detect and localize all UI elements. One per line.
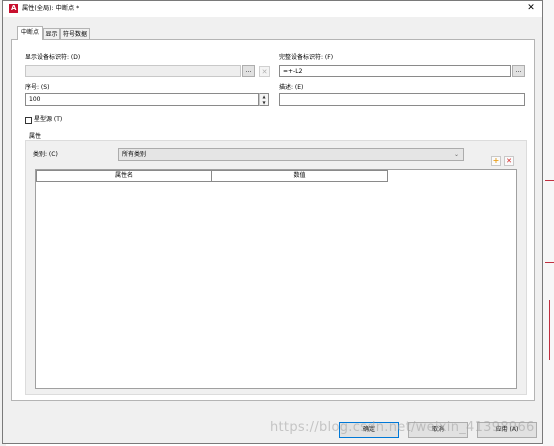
- window-title: 属性(全局): 中断点 *: [22, 5, 80, 12]
- asterisk-source-label: 星型源 (T): [34, 116, 63, 123]
- tab-breakpoint[interactable]: 中断点: [17, 26, 43, 40]
- display-device-tag-label: 显示设备标识符: (D): [25, 54, 81, 61]
- category-label: 类别: (C): [33, 151, 58, 158]
- properties-dialog: A 属性(全局): 中断点 * ✕ 中断点 显示 符号数据 显示设备标识符: (…: [2, 0, 543, 444]
- tab-symbol-data[interactable]: 符号数据: [60, 28, 90, 39]
- title-bar: A 属性(全局): 中断点 * ✕: [3, 1, 542, 17]
- asterisk-source-checkbox[interactable]: [25, 117, 32, 124]
- sequence-spinner[interactable]: ▲ ▼: [259, 93, 269, 106]
- delete-property-icon[interactable]: ✕: [504, 156, 514, 166]
- full-device-tag-label: 完整设备标识符: (F): [279, 54, 334, 61]
- full-device-tag-browse-button[interactable]: ...: [512, 65, 525, 77]
- display-device-tag-input[interactable]: [25, 65, 241, 77]
- full-device-tag-input[interactable]: =+-L2: [279, 65, 511, 77]
- tab-display[interactable]: 显示: [43, 28, 60, 39]
- watermark-text: https://blog.csdn.net/weixin_41398966: [270, 420, 535, 435]
- clear-icon[interactable]: ✕: [259, 66, 270, 77]
- close-icon[interactable]: ✕: [522, 1, 540, 16]
- spin-down-icon[interactable]: ▼: [260, 100, 268, 106]
- autocad-app-icon: A: [9, 4, 18, 13]
- background-right-strip: [543, 0, 554, 446]
- category-select[interactable]: 所有类别 ⌄: [118, 148, 464, 161]
- column-header-value[interactable]: 数值: [211, 170, 388, 182]
- add-property-icon[interactable]: +: [491, 156, 501, 166]
- properties-grid[interactable]: 属性名 数值: [35, 169, 517, 389]
- chevron-down-icon: ⌄: [453, 151, 459, 158]
- display-device-tag-browse-button[interactable]: ...: [242, 65, 255, 77]
- description-label: 描述: (E): [279, 84, 304, 91]
- sequence-input[interactable]: 100: [25, 93, 259, 106]
- column-header-property-name[interactable]: 属性名: [36, 170, 212, 182]
- sequence-label: 序号: (S): [25, 84, 50, 91]
- category-select-value: 所有类别: [122, 151, 147, 158]
- description-input[interactable]: [279, 93, 525, 106]
